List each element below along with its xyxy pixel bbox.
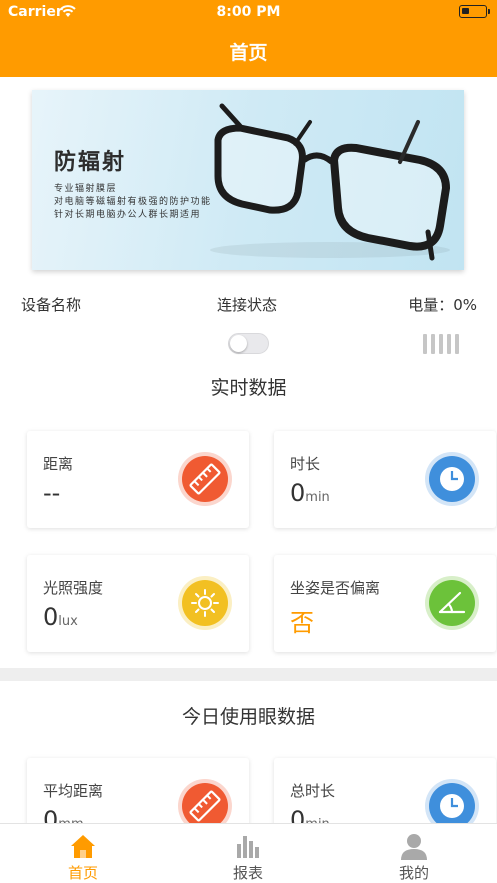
banner-line: 专业辐射膜层 xyxy=(54,184,118,194)
connection-status-label: 连接状态 xyxy=(217,296,278,314)
today-section-title: 今日使用眼数据 xyxy=(181,706,315,728)
posture-angle-icon xyxy=(424,575,480,631)
realtime-section-title: 实时数据 xyxy=(210,377,287,399)
clock-time: 8:00 PM xyxy=(216,4,281,20)
connection-toggle[interactable] xyxy=(228,333,269,354)
card-value: 0lux xyxy=(43,603,78,631)
light-intensity-card[interactable]: 光照强度 0lux xyxy=(27,555,249,652)
chart-icon xyxy=(237,836,259,858)
tab-report[interactable]: 报表 xyxy=(188,824,308,883)
card-label: 坐姿是否偏离 xyxy=(290,579,381,597)
tab-home[interactable]: 首页 xyxy=(23,824,143,883)
card-label: 时长 xyxy=(290,455,321,473)
duration-card[interactable]: 时长 0min xyxy=(274,431,496,528)
banner-line: 针对长期电脑办公人群长期适用 xyxy=(54,210,202,220)
promo-banner[interactable]: 防辐射 专业辐射膜层 对电脑等磁辐射有极强的防护功能 针对长期电脑办公人群长期适… xyxy=(32,90,464,270)
toggle-knob xyxy=(230,335,247,352)
page-title: 首页 xyxy=(229,42,268,64)
device-name-label: 设备名称 xyxy=(21,296,82,314)
tab-bar: 首页 报表 我的 xyxy=(0,823,497,883)
card-value: -- xyxy=(43,479,61,507)
user-icon xyxy=(401,834,427,860)
distance-card[interactable]: 距离 -- xyxy=(27,431,249,528)
ruler-icon xyxy=(177,451,233,507)
tab-label: 我的 xyxy=(398,864,429,882)
section-divider xyxy=(0,668,497,681)
sun-icon xyxy=(177,575,233,631)
banner-title: 防辐射 xyxy=(54,150,127,175)
tab-label: 首页 xyxy=(67,864,98,882)
battery-bars-icon xyxy=(423,334,459,354)
clock-icon xyxy=(424,451,480,507)
card-value: 0min xyxy=(290,479,330,507)
app-header: Carrier 8:00 PM 首页 xyxy=(0,0,497,77)
banner-line: 对电脑等磁辐射有极强的防护功能 xyxy=(54,197,212,207)
battery-icon xyxy=(459,5,490,18)
battery-level-label: 电量：0% xyxy=(408,296,477,314)
card-value: 否 xyxy=(290,609,314,637)
card-label: 总时长 xyxy=(290,782,336,800)
home-icon xyxy=(71,835,95,858)
banner-description: 专业辐射膜层 对电脑等磁辐射有极强的防护功能 针对长期电脑办公人群长期适用 xyxy=(54,183,212,222)
tab-profile[interactable]: 我的 xyxy=(354,824,474,883)
status-bar: Carrier 8:00 PM xyxy=(0,0,497,26)
card-label: 平均距离 xyxy=(43,782,104,800)
card-label: 光照强度 xyxy=(43,579,104,597)
posture-card[interactable]: 坐姿是否偏离 否 xyxy=(274,555,496,652)
card-label: 距离 xyxy=(43,455,74,473)
tab-label: 报表 xyxy=(232,864,263,882)
glasses-image xyxy=(210,103,451,261)
